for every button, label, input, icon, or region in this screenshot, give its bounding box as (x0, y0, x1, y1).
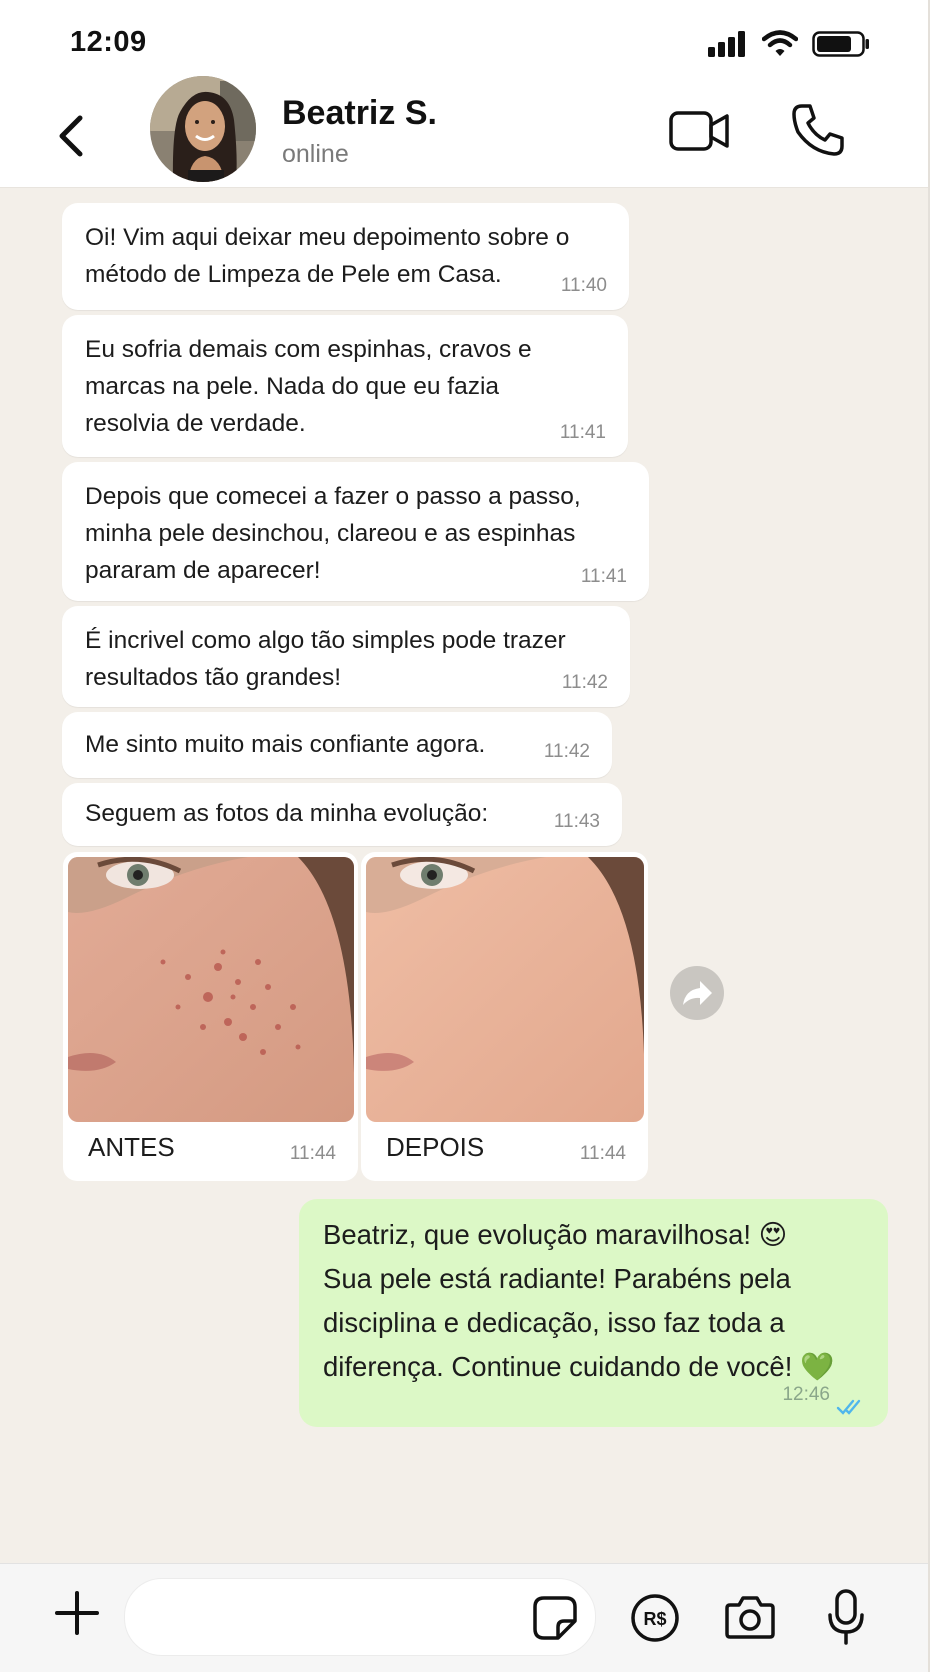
message-text: É incrivel como algo tão simples pode tr… (85, 627, 566, 691)
sticker-icon (533, 1596, 577, 1640)
status-bar: 12:09 (0, 0, 928, 86)
message-time: 11:44 (579, 1143, 626, 1164)
message-bubble[interactable]: Me sinto muito mais confiante agora. 11:… (62, 712, 612, 778)
phone-icon (792, 104, 844, 156)
camera-button[interactable] (724, 1594, 776, 1640)
image-caption: DEPOIS (386, 1132, 485, 1162)
frame-edge (930, 0, 941, 1672)
video-call-icon (669, 111, 729, 151)
video-call-button[interactable] (668, 106, 732, 156)
chat-header: Beatriz S. online (0, 76, 928, 188)
message-text: Eu sofria demais com espinhas, cravos e … (85, 336, 532, 437)
message-time: 11:42 (543, 741, 590, 762)
after-photo[interactable] (366, 857, 644, 1122)
payment-button[interactable]: R$ (630, 1593, 680, 1643)
voice-call-button[interactable] (790, 102, 846, 158)
outgoing-message-bubble[interactable]: Beatriz, que evolução maravilhosa! 😍 Sua… (299, 1199, 888, 1427)
message-bubble[interactable]: Oi! Vim aqui deixar meu depoimento sobre… (62, 203, 629, 310)
signal-icon (708, 30, 745, 57)
before-photo[interactable] (68, 857, 354, 1122)
avatar[interactable] (150, 76, 256, 182)
camera-icon (725, 1596, 775, 1639)
message-text: Me sinto muito mais confiante agora. (85, 731, 486, 758)
read-receipt-icon (836, 1399, 861, 1415)
contact-status: online (282, 140, 349, 168)
message-time: 11:43 (553, 811, 600, 832)
chat-screen: 12:09 Beatriz S. online Oi! Vim aqui dei… (0, 0, 930, 1672)
forward-button[interactable] (670, 966, 724, 1020)
image-caption: ANTES (88, 1132, 175, 1162)
message-time: 11:40 (560, 275, 607, 296)
message-time: 11:41 (559, 422, 606, 443)
message-text: Depois que comecei a fazer o passo a pas… (85, 483, 581, 584)
message-text: Beatriz, que evolução maravilhosa! 😍 Sua… (323, 1219, 835, 1382)
composer-bar: R$ (0, 1563, 928, 1672)
back-button[interactable] (52, 106, 92, 166)
image-message-after[interactable]: DEPOIS 11:44 (361, 852, 648, 1181)
microphone-button[interactable] (826, 1588, 866, 1646)
battery-icon (812, 30, 869, 57)
status-time: 12:09 (70, 26, 147, 58)
message-time: 11:42 (561, 672, 608, 693)
message-text: Seguem as fotos da minha evolução: (85, 800, 489, 827)
contact-name[interactable]: Beatriz S. (282, 94, 437, 133)
message-bubble[interactable]: É incrivel como algo tão simples pode tr… (62, 606, 630, 707)
message-time: 11:41 (580, 566, 627, 587)
image-message-before[interactable]: ANTES 11:44 (63, 852, 358, 1181)
message-bubble[interactable]: Depois que comecei a fazer o passo a pas… (62, 462, 649, 601)
back-icon (59, 115, 83, 157)
svg-text:R$: R$ (643, 1609, 666, 1629)
wifi-icon (762, 30, 798, 56)
forward-icon (683, 981, 712, 1005)
attach-button[interactable] (54, 1590, 100, 1636)
message-time: 11:44 (289, 1143, 336, 1164)
message-text: Oi! Vim aqui deixar meu depoimento sobre… (85, 224, 570, 288)
message-time: 12:46 (782, 1384, 830, 1405)
microphone-icon (828, 1589, 864, 1645)
message-bubble[interactable]: Seguem as fotos da minha evolução: 11:43 (62, 783, 622, 846)
message-bubble[interactable]: Eu sofria demais com espinhas, cravos e … (62, 315, 628, 457)
payment-icon: R$ (631, 1594, 679, 1642)
sticker-button[interactable] (532, 1595, 578, 1641)
message-input[interactable] (124, 1578, 596, 1656)
status-icons (708, 30, 870, 57)
plus-icon (55, 1591, 99, 1635)
